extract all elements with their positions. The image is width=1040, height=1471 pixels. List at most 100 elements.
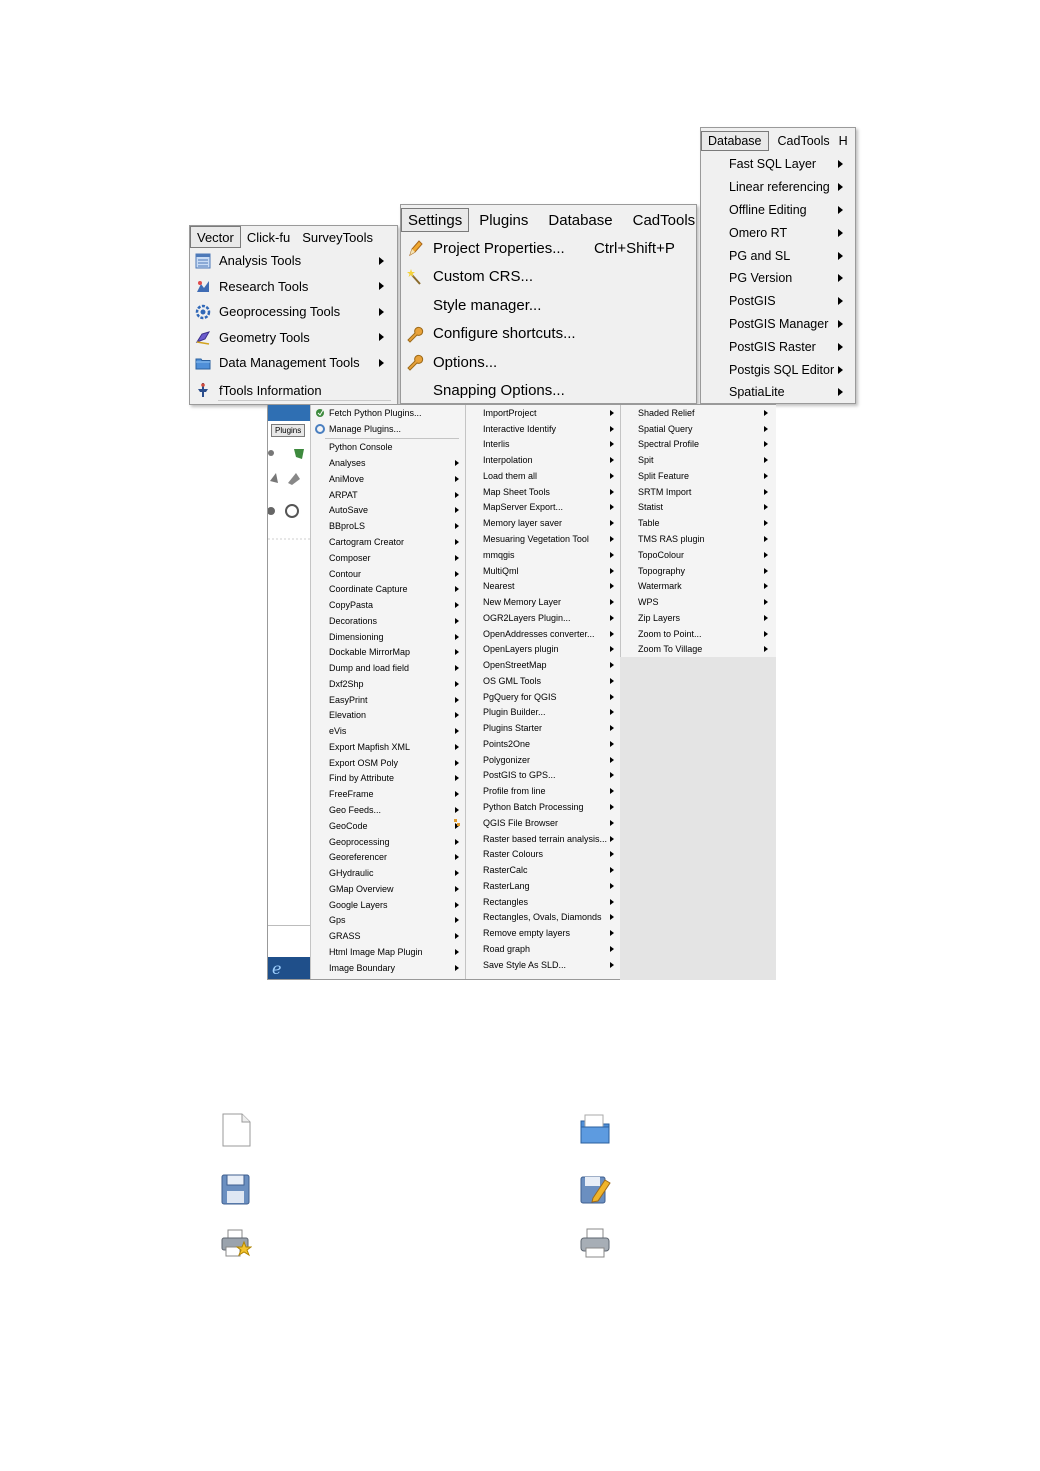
plugin-menu-item-freeframe[interactable]: FreeFrame: [311, 786, 465, 802]
plugin-menu-item-save-style-as-sld[interactable]: Save Style As SLD...: [466, 957, 620, 973]
plugin-menu-item-plugin-builder[interactable]: Plugin Builder...: [466, 705, 620, 721]
plugin-menu-item-dimensioning[interactable]: Dimensioning: [311, 629, 465, 645]
menu-item-research-tools[interactable]: Research Tools: [190, 274, 397, 300]
plugin-menu-item-contour[interactable]: Contour: [311, 566, 465, 582]
plugin-menu-item-openlayers-plugin[interactable]: OpenLayers plugin: [466, 641, 620, 657]
menu-item-geoprocessing-tools[interactable]: Geoprocessing Tools: [190, 299, 397, 325]
menu-item-project-properties[interactable]: Project Properties... Ctrl+Shift+P: [401, 234, 696, 263]
plugin-menu-item-openstreetmap[interactable]: OpenStreetMap: [466, 657, 620, 673]
plugin-menu-item-grass[interactable]: GRASS: [311, 928, 465, 944]
menu-item-geometry-tools[interactable]: Geometry Tools: [190, 325, 397, 351]
menu-plugins[interactable]: Plugins: [271, 424, 306, 437]
plugin-menu-item-zoom-to-village[interactable]: Zoom To Village: [621, 641, 776, 657]
menu-item-omero-rt[interactable]: Omero RT: [701, 221, 855, 244]
menu-database[interactable]: Database: [701, 131, 769, 151]
plugin-menu-item-profile-from-line[interactable]: Profile from line: [466, 783, 620, 799]
menu-item-pg-version[interactable]: PG Version: [701, 267, 855, 290]
plugin-menu-item-export-mapfish-xml[interactable]: Export Mapfish XML: [311, 739, 465, 755]
plugin-menu-item-gmap-overview[interactable]: GMap Overview: [311, 881, 465, 897]
plugin-menu-item-geo-feeds[interactable]: Geo Feeds...: [311, 802, 465, 818]
menu-item-postgis-manager[interactable]: PostGIS Manager: [701, 313, 855, 336]
plugin-menu-item-spectral-profile[interactable]: Spectral Profile: [621, 437, 776, 453]
plugin-menu-item-animove[interactable]: AniMove: [311, 471, 465, 487]
plugin-menu-item-mapserver-export[interactable]: MapServer Export...: [466, 500, 620, 516]
plugin-menu-item-raster-based-terrain-analysis[interactable]: Raster based terrain analysis...: [466, 831, 620, 847]
plugin-menu-item-wps[interactable]: WPS: [621, 594, 776, 610]
plugin-menu-item-tms-ras-plugin[interactable]: TMS RAS plugin: [621, 531, 776, 547]
menu-item-postgis-sql-editor[interactable]: Postgis SQL Editor: [701, 358, 855, 381]
plugin-menu-item-python-console[interactable]: Python Console: [311, 440, 465, 456]
plugin-menu-item-gps[interactable]: Gps: [311, 913, 465, 929]
menu-item-spatialite[interactable]: SpatiaLite: [701, 381, 855, 404]
plugin-menu-item-os-gml-tools[interactable]: OS GML Tools: [466, 673, 620, 689]
plugin-menu-item-ogr2layers-plugin[interactable]: OGR2Layers Plugin...: [466, 610, 620, 626]
plugin-menu-item-postgis-to-gps[interactable]: PostGIS to GPS...: [466, 768, 620, 784]
save-as-icon[interactable]: [579, 1172, 611, 1206]
plugin-menu-item-google-layers[interactable]: Google Layers: [311, 897, 465, 913]
plugin-menu-item-decorations[interactable]: Decorations: [311, 613, 465, 629]
menu-cadtools[interactable]: CadTools: [769, 131, 835, 151]
plugin-menu-item-plugins-starter[interactable]: Plugins Starter: [466, 720, 620, 736]
plugin-menu-item-remove-empty-layers[interactable]: Remove empty layers: [466, 925, 620, 941]
plugin-menu-item-polygonizer[interactable]: Polygonizer: [466, 752, 620, 768]
plugin-menu-item-new-memory-layer[interactable]: New Memory Layer: [466, 594, 620, 610]
plugin-menu-item-topography[interactable]: Topography: [621, 563, 776, 579]
plugin-menu-item-analyses[interactable]: Analyses: [311, 455, 465, 471]
plugin-menu-item-importproject[interactable]: ImportProject: [466, 405, 620, 421]
plugin-menu-item-multiqml[interactable]: MultiQml: [466, 563, 620, 579]
plugin-menu-item-statist[interactable]: Statist: [621, 500, 776, 516]
plugin-menu-item-qgis-file-browser[interactable]: QGIS File Browser: [453, 815, 620, 831]
plugin-menu-item-georeferencer[interactable]: Georeferencer: [311, 849, 465, 865]
new-print-composer-icon[interactable]: [220, 1226, 252, 1260]
plugin-menu-item-python-batch-processing[interactable]: Python Batch Processing: [466, 799, 620, 815]
menu-item-options[interactable]: Options...: [401, 348, 696, 377]
plugin-menu-item-road-graph[interactable]: Road graph: [466, 941, 620, 957]
menu-item-fast-sql-layer[interactable]: Fast SQL Layer: [701, 153, 855, 176]
plugin-menu-item-srtm-import[interactable]: SRTM Import: [621, 484, 776, 500]
plugin-menu-item-export-osm-poly[interactable]: Export OSM Poly: [311, 755, 465, 771]
menu-item-analysis-tools[interactable]: Analysis Tools: [190, 248, 397, 274]
plugin-menu-item-watermark[interactable]: Watermark: [621, 578, 776, 594]
plugin-menu-item-spit[interactable]: Spit: [621, 452, 776, 468]
plugin-menu-item-rectangles-ovals-diamonds[interactable]: Rectangles, Ovals, Diamonds: [466, 910, 620, 926]
plugin-menu-item-table[interactable]: Table: [621, 515, 776, 531]
plugin-menu-item-evis[interactable]: eVis: [311, 723, 465, 739]
plugin-menu-item-map-sheet-tools[interactable]: Map Sheet Tools: [466, 484, 620, 500]
menu-item-pg-and-sl[interactable]: PG and SL: [701, 244, 855, 267]
plugin-menu-item-zip-layers[interactable]: Zip Layers: [621, 610, 776, 626]
plugin-menu-item-arpat[interactable]: ARPAT: [311, 487, 465, 503]
plugin-menu-item-find-by-attribute[interactable]: Find by Attribute: [311, 771, 465, 787]
plugin-menu-item-nearest[interactable]: Nearest: [466, 578, 620, 594]
plugin-menu-item-mmqgis[interactable]: mmqgis: [466, 547, 620, 563]
plugin-menu-item-openaddresses-converter[interactable]: OpenAddresses converter...: [466, 626, 620, 642]
menu-click-fu[interactable]: Click-fu: [241, 226, 296, 248]
plugin-menu-item-topocolour[interactable]: TopoColour: [621, 547, 776, 563]
plugin-menu-item-interlis[interactable]: Interlis: [466, 437, 620, 453]
plugin-menu-item-composer[interactable]: Composer: [311, 550, 465, 566]
open-folder-icon[interactable]: [579, 1113, 611, 1147]
plugin-menu-item-split-feature[interactable]: Split Feature: [621, 468, 776, 484]
menu-item-ftools-information[interactable]: fTools Information: [190, 378, 397, 404]
plugin-menu-item-dockable-mirrormap[interactable]: Dockable MirrorMap: [311, 644, 465, 660]
plugin-menu-item-elevation[interactable]: Elevation: [311, 708, 465, 724]
plugin-menu-item-mesuaring-vegetation-tool[interactable]: Mesuaring Vegetation Tool: [466, 531, 620, 547]
menu-cadtools[interactable]: CadTools: [623, 208, 706, 232]
plugin-menu-item-image-boundary[interactable]: Image Boundary: [311, 960, 465, 976]
plugin-menu-item-autosave[interactable]: AutoSave: [311, 503, 465, 519]
plugin-menu-item-spatial-query[interactable]: Spatial Query: [621, 421, 776, 437]
plugin-menu-item-easyprint[interactable]: EasyPrint: [311, 692, 465, 708]
menu-item-custom-crs[interactable]: Custom CRS...: [401, 263, 696, 292]
plugin-menu-item-rectangles[interactable]: Rectangles: [466, 894, 620, 910]
plugin-menu-item-rasterlang[interactable]: RasterLang: [466, 878, 620, 894]
menu-item-offline-editing[interactable]: Offline Editing: [701, 199, 855, 222]
menu-help[interactable]: H: [835, 131, 852, 151]
plugin-menu-item-fetch-python-plugins[interactable]: Fetch Python Plugins...: [311, 405, 465, 421]
menu-item-postgis[interactable]: PostGIS: [701, 290, 855, 313]
plugin-menu-item-html-image-map-plugin[interactable]: Html Image Map Plugin: [311, 944, 465, 960]
plugin-menu-item-raster-colours[interactable]: Raster Colours: [466, 846, 620, 862]
plugin-menu-item-ghydraulic[interactable]: GHydraulic: [311, 865, 465, 881]
new-document-icon[interactable]: [220, 1113, 252, 1147]
plugin-menu-item-points2one[interactable]: Points2One: [466, 736, 620, 752]
plugin-menu-item-copypasta[interactable]: CopyPasta: [311, 597, 465, 613]
save-icon[interactable]: [220, 1172, 252, 1206]
